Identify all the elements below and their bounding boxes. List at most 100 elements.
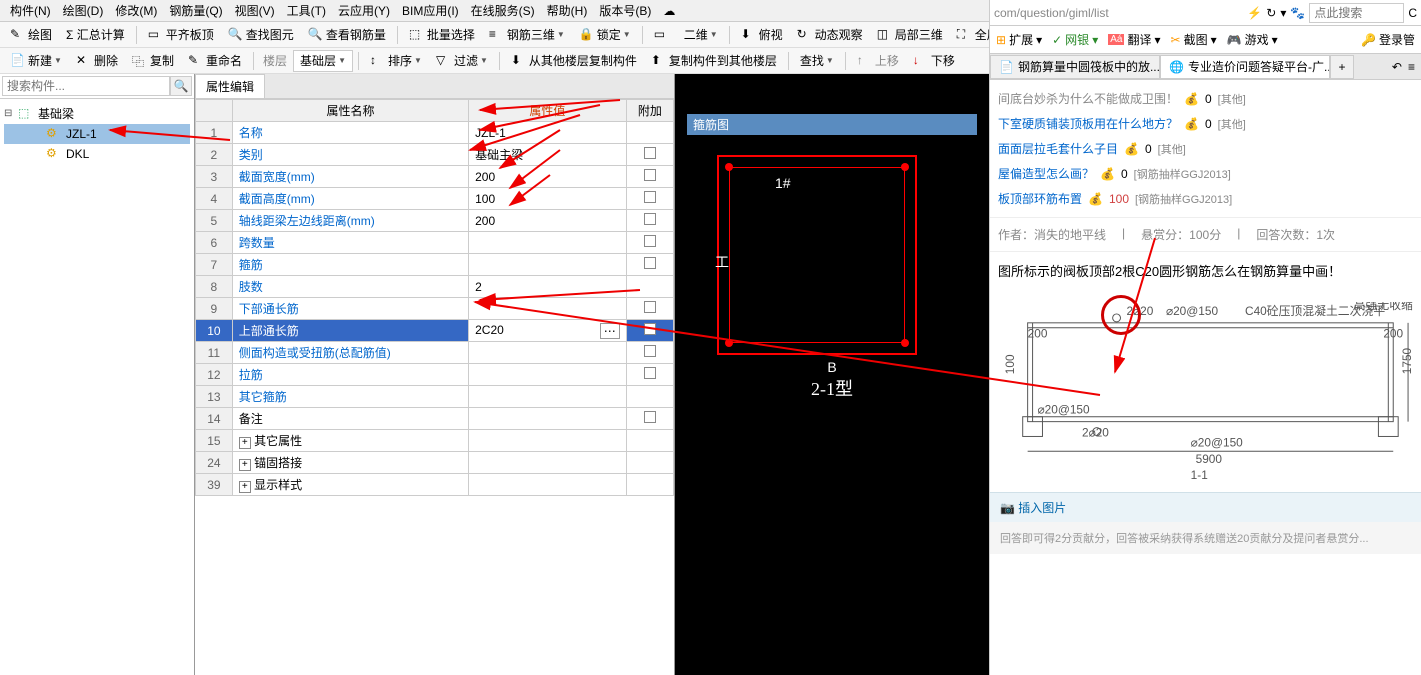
ext-translate[interactable]: Aá翻译▾: [1108, 31, 1160, 48]
property-row[interactable]: 10上部通长筋2C20⋯: [196, 320, 674, 342]
property-row[interactable]: 8肢数2: [196, 276, 674, 298]
copy-from-button[interactable]: ⬇从其他楼层复制构件: [505, 50, 643, 72]
sum-button[interactable]: Σ 汇总计算: [60, 24, 131, 46]
doc-icon: ▭: [654, 27, 670, 43]
property-row[interactable]: 3截面宽度(mm)200: [196, 166, 674, 188]
menu-rebar[interactable]: 钢筋量(Q): [163, 2, 228, 19]
addon-checkbox[interactable]: [644, 257, 656, 269]
base-floor-dropdown[interactable]: 基础层▼: [293, 50, 353, 72]
menu-icon[interactable]: ≡: [1408, 60, 1415, 74]
addon-checkbox[interactable]: [644, 301, 656, 313]
menu-tools[interactable]: 工具(T): [281, 2, 332, 19]
lock-button[interactable]: 🔒锁定▼: [573, 24, 637, 46]
check-steel-button[interactable]: 🔍查看钢筋量: [302, 24, 392, 46]
property-tab[interactable]: 属性编辑: [195, 74, 265, 98]
property-row[interactable]: 24+ 锚固搭接: [196, 452, 674, 474]
menu-version[interactable]: 版本号(B): [593, 2, 657, 19]
menu-help[interactable]: 帮助(H): [541, 2, 594, 19]
ext-expand[interactable]: ⊞扩展▾: [996, 31, 1042, 48]
delete-button[interactable]: ✕删除: [70, 50, 124, 72]
menu-cloud[interactable]: 云应用(Y): [332, 2, 396, 19]
menu-cloud-icon[interactable]: ☁: [657, 4, 681, 18]
tree-root[interactable]: ⊟ ⬚ 基础梁: [4, 103, 190, 124]
batch-select-button[interactable]: ⬚批量选择: [403, 24, 481, 46]
menu-bim[interactable]: BIM应用(I): [396, 2, 465, 19]
list-item[interactable]: 面面层拉毛套什么子目 💰0 [其他]: [998, 136, 1413, 161]
expand-icon[interactable]: +: [239, 437, 251, 449]
property-row[interactable]: 6跨数量: [196, 232, 674, 254]
url-text[interactable]: com/question/giml/list: [994, 6, 1243, 20]
local-3d-button[interactable]: ◫局部三维: [871, 24, 949, 46]
unknown-button-1[interactable]: ▭: [648, 24, 676, 46]
ext-screenshot[interactable]: ✂截图▾: [1171, 31, 1217, 48]
list-item[interactable]: 屋偏造型怎么画？ 💰0 [钢筋抽样GGJ2013]: [998, 161, 1413, 186]
property-row[interactable]: 9下部通长筋: [196, 298, 674, 320]
dynamic-view-button[interactable]: ↻动态观察: [791, 24, 869, 46]
addon-checkbox[interactable]: [644, 147, 656, 159]
menu-online[interactable]: 在线服务(S): [465, 2, 541, 19]
menu-component[interactable]: 构件(N): [4, 2, 57, 19]
expand-icon[interactable]: +: [239, 481, 251, 493]
addon-checkbox[interactable]: [644, 367, 656, 379]
find-view-button[interactable]: 🔍查找图元: [222, 24, 300, 46]
dropdown-icon[interactable]: ▾: [1280, 6, 1286, 20]
list-item[interactable]: 间底台妙杀为什么不能做成卫围！ 💰0 [其他]: [998, 86, 1413, 111]
property-row[interactable]: 11侧面构造或受扭筋(总配筋值): [196, 342, 674, 364]
tree-item-jzl1[interactable]: ⚙ JZL-1: [4, 124, 190, 144]
draw-button[interactable]: ✎绘图: [4, 24, 58, 46]
undo-icon[interactable]: ↶: [1392, 60, 1402, 74]
browser-search-input[interactable]: [1309, 3, 1404, 23]
find-button[interactable]: 查找▼: [794, 50, 840, 72]
plane-button[interactable]: ▭平齐板顶: [142, 24, 220, 46]
property-row[interactable]: 7箍筋: [196, 254, 674, 276]
new-button[interactable]: 📄新建▼: [4, 50, 68, 72]
refresh-icon[interactable]: ↻: [1266, 6, 1276, 20]
property-row[interactable]: 39+ 显示样式: [196, 474, 674, 496]
overview-button[interactable]: ⬇俯视: [735, 24, 789, 46]
insert-picture-button[interactable]: 📷 插入图片: [990, 492, 1421, 522]
filter-button[interactable]: ▽过滤▼: [430, 50, 494, 72]
property-row[interactable]: 5轴线距梁左边线距离(mm)200: [196, 210, 674, 232]
steel-3d-button[interactable]: ≡钢筋三维▼: [483, 24, 571, 46]
ellipsis-button[interactable]: ⋯: [600, 323, 620, 339]
new-tab-button[interactable]: +: [1330, 55, 1354, 79]
tree-item-dkl[interactable]: ⚙ DKL: [4, 144, 190, 164]
move-up-button[interactable]: ↑上移: [851, 50, 905, 72]
tab-1[interactable]: 📄钢筋算量中圆筏板中的放...×: [990, 55, 1160, 79]
search-input[interactable]: [2, 76, 170, 96]
ext-bank[interactable]: ✓网银▾: [1052, 31, 1098, 48]
2d-dropdown[interactable]: 二维▼: [678, 24, 724, 46]
rename-button[interactable]: ✎重命名: [182, 50, 248, 72]
camera-icon[interactable]: C: [1408, 6, 1417, 20]
list-item[interactable]: 下室硬质铺装顶板用在什么地方？ 💰0 [其他]: [998, 111, 1413, 136]
property-row[interactable]: 2类别基础主梁: [196, 144, 674, 166]
menu-modify[interactable]: 修改(M): [109, 2, 163, 19]
tab-2[interactable]: 🌐专业造价问题答疑平台-广...×: [1160, 55, 1330, 79]
addon-checkbox[interactable]: [644, 345, 656, 357]
menu-draw[interactable]: 绘图(D): [57, 2, 110, 19]
property-row[interactable]: 4截面高度(mm)100: [196, 188, 674, 210]
search-go-button[interactable]: 🔍: [170, 76, 192, 96]
addon-checkbox[interactable]: [644, 235, 656, 247]
property-row[interactable]: 13其它箍筋: [196, 386, 674, 408]
addon-checkbox[interactable]: [644, 213, 656, 225]
safe-icon[interactable]: ⚡: [1247, 6, 1262, 20]
menu-view[interactable]: 视图(V): [229, 2, 281, 19]
property-row[interactable]: 14备注: [196, 408, 674, 430]
copy-to-button[interactable]: ⬆复制构件到其他楼层: [645, 50, 783, 72]
list-item[interactable]: 板顶部环筋布置 💰100 [钢筋抽样GGJ2013]: [998, 186, 1413, 211]
copy-button[interactable]: ⿻复制: [126, 50, 180, 72]
property-row[interactable]: 12拉筋: [196, 364, 674, 386]
addon-checkbox[interactable]: [644, 169, 656, 181]
addon-checkbox[interactable]: [644, 323, 656, 335]
property-row[interactable]: 15+ 其它属性: [196, 430, 674, 452]
property-row[interactable]: 1名称JZL-1: [196, 122, 674, 144]
ext-game[interactable]: 🎮游戏▾: [1227, 31, 1278, 48]
expander-icon[interactable]: ⊟: [4, 108, 14, 119]
expand-icon[interactable]: +: [239, 459, 251, 471]
addon-checkbox[interactable]: [644, 191, 656, 203]
addon-checkbox[interactable]: [644, 411, 656, 423]
sort-button[interactable]: ↕排序▼: [364, 50, 428, 72]
ext-login[interactable]: 🔑登录管: [1361, 31, 1415, 48]
move-down-button[interactable]: ↓下移: [907, 50, 961, 72]
